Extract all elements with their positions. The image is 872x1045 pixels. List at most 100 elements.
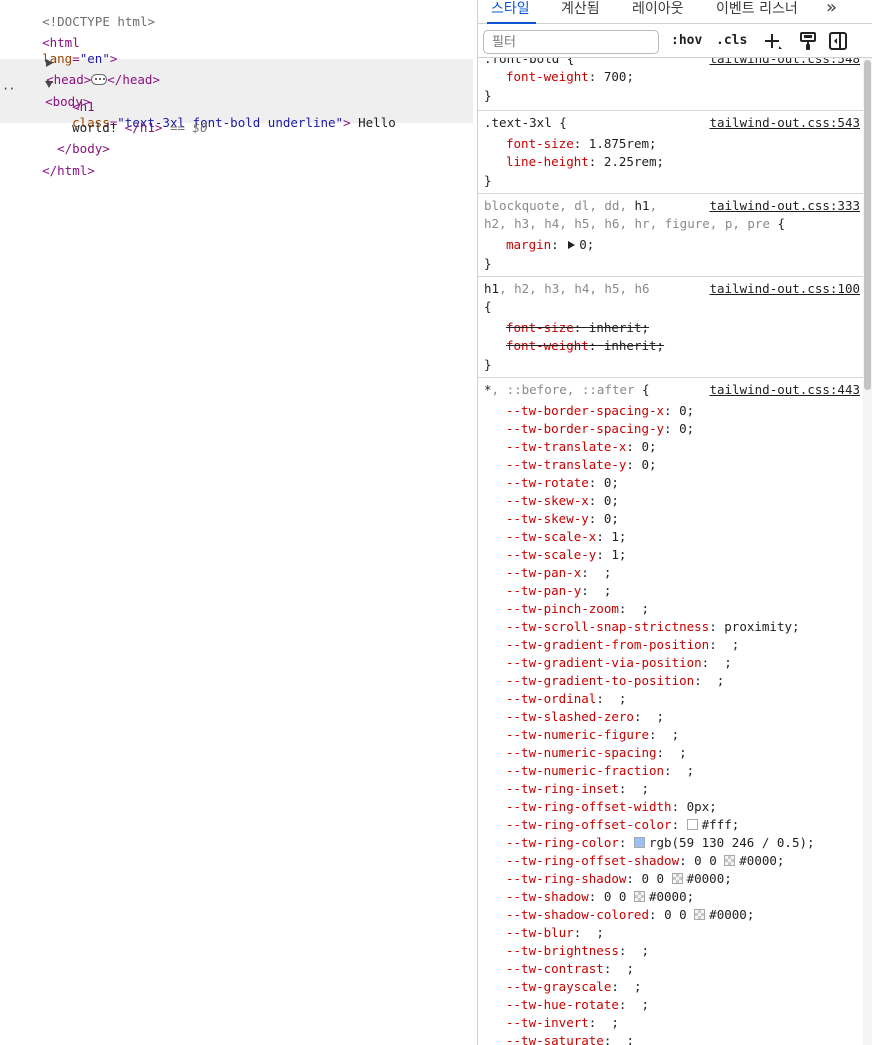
custom-property[interactable]: --tw-ring-offset-color: #fff;	[506, 816, 739, 834]
doctype-node[interactable]: <!DOCTYPE html>	[12, 0, 155, 29]
custom-property[interactable]: --tw-hue-rotate: ;	[506, 996, 649, 1014]
rule-selector[interactable]: .text-3xl {	[484, 114, 567, 132]
cls-button[interactable]: .cls	[716, 33, 747, 48]
color-format-icon[interactable]	[798, 31, 818, 51]
custom-property[interactable]: --tw-border-spacing-y: 0;	[506, 420, 694, 438]
html-close-tag: </html>	[42, 163, 95, 178]
custom-property[interactable]: --tw-numeric-spacing: ;	[506, 744, 687, 762]
rule-selector[interactable]: blockquote, dl, dd, h1,	[484, 197, 657, 215]
style-rule-universal: *, ::before, ::after { tailwind-out.css:…	[478, 378, 863, 1045]
h1-open-tag-close: >	[343, 115, 351, 130]
style-rules-list: .font-bold { tailwind-out.css:548 font-w…	[478, 58, 863, 1045]
custom-property[interactable]: --tw-skew-y: 0;	[506, 510, 619, 528]
h1-node[interactable]: <h1 class="text-3xl font-bold underline"…	[42, 83, 396, 130]
h1-node-cont[interactable]: world! </h1> == $0	[42, 104, 207, 135]
rule-selector[interactable]: *, ::before, ::after {	[484, 381, 650, 399]
custom-property[interactable]: --tw-gradient-to-position: ;	[506, 672, 724, 690]
expand-shorthand-icon[interactable]	[568, 241, 576, 249]
custom-property[interactable]: --tw-scale-x: 1;	[506, 528, 626, 546]
custom-property[interactable]: --tw-contrast: ;	[506, 960, 634, 978]
custom-property[interactable]: --tw-saturate: ;	[506, 1032, 634, 1045]
body-node[interactable]: <body>	[15, 62, 90, 109]
custom-property[interactable]: --tw-gradient-from-position: ;	[506, 636, 739, 654]
html-node[interactable]: <html lang="en">	[12, 19, 117, 66]
custom-property[interactable]: --tw-translate-y: 0;	[506, 456, 657, 474]
custom-property[interactable]: --tw-ring-offset-shadow: 0 0 #0000;	[506, 852, 784, 870]
selected-marker: == $0	[162, 120, 208, 135]
color-swatch[interactable]	[671, 873, 683, 884]
tab-layout[interactable]: 레이아웃	[632, 0, 684, 24]
style-rule-block-reset: blockquote, dl, dd, h1, tailwind-out.css…	[478, 194, 863, 277]
custom-property[interactable]: --tw-blur: ;	[506, 924, 604, 942]
rule-source-link[interactable]: tailwind-out.css:100	[709, 280, 860, 298]
hov-button[interactable]: :hov	[671, 33, 702, 48]
node-actions-dots[interactable]: ··	[2, 82, 15, 96]
custom-property[interactable]: --tw-ring-offset-width: 0px;	[506, 798, 717, 816]
custom-property[interactable]: --tw-skew-x: 0;	[506, 492, 619, 510]
rule-source-link[interactable]: tailwind-out.css:543	[709, 114, 860, 132]
custom-property[interactable]: --tw-scroll-snap-strictness: proximity;	[506, 618, 800, 636]
custom-property[interactable]: --tw-scale-y: 1;	[506, 546, 626, 564]
filter-input[interactable]	[483, 30, 659, 54]
styles-panel: 스타일 계산됨 레이아웃 이벤트 리스너 » :hov .cls .font-b…	[477, 0, 872, 1045]
style-rule-heading-reset: h1, h2, h3, h4, h5, h6 tailwind-out.css:…	[478, 277, 863, 378]
style-property[interactable]: font-size: 1.875rem;	[506, 135, 657, 153]
color-swatch[interactable]	[724, 855, 736, 866]
custom-property[interactable]: --tw-numeric-fraction: ;	[506, 762, 694, 780]
custom-property[interactable]: --tw-ring-shadow: 0 0 #0000;	[506, 870, 732, 888]
custom-property[interactable]: --tw-pan-x: ;	[506, 564, 611, 582]
overridden-property[interactable]: font-weight: inherit;	[506, 337, 664, 355]
html-close-node[interactable]: </html>	[12, 147, 95, 178]
rule-source-link[interactable]: tailwind-out.css:333	[709, 197, 860, 215]
styles-scrollbar[interactable]	[863, 58, 872, 1045]
custom-property[interactable]: --tw-pinch-zoom: ;	[506, 600, 649, 618]
custom-property[interactable]: --tw-shadow: 0 0 #0000;	[506, 888, 694, 906]
custom-property[interactable]: --tw-gradient-via-position: ;	[506, 654, 732, 672]
more-tabs-icon[interactable]: »	[826, 0, 837, 24]
custom-property[interactable]: --tw-invert: ;	[506, 1014, 619, 1032]
rule-close-brace: }	[484, 256, 492, 271]
custom-property[interactable]: --tw-brightness: ;	[506, 942, 649, 960]
custom-property[interactable]: --tw-shadow-colored: 0 0 #0000;	[506, 906, 754, 924]
style-property[interactable]: font-weight: 700;	[506, 68, 634, 86]
color-swatch[interactable]	[633, 837, 645, 848]
h1-close-tag: </h1>	[124, 120, 163, 135]
rule-source-link[interactable]: tailwind-out.css:548	[709, 58, 860, 68]
custom-property[interactable]: --tw-translate-x: 0;	[506, 438, 657, 456]
body-close-node[interactable]: </body>	[27, 125, 110, 156]
custom-property[interactable]: --tw-numeric-figure: ;	[506, 726, 679, 744]
tab-event-listeners[interactable]: 이벤트 리스너	[716, 0, 798, 24]
rule-close-brace: }	[484, 88, 492, 103]
color-swatch[interactable]	[686, 819, 698, 830]
rule-open-brace: {	[484, 299, 492, 314]
rule-source-link[interactable]: tailwind-out.css:443	[709, 381, 860, 399]
style-property[interactable]: line-height: 2.25rem;	[506, 153, 664, 171]
custom-property[interactable]: --tw-border-spacing-x: 0;	[506, 402, 694, 420]
tab-styles[interactable]: 스타일	[487, 0, 536, 24]
color-swatch[interactable]	[694, 909, 706, 920]
rule-selector-cont[interactable]: h2, h3, h4, h5, h6, hr, figure, p, pre {	[484, 215, 785, 233]
style-property[interactable]: margin: 0;	[506, 236, 594, 254]
custom-property[interactable]: --tw-slashed-zero: ;	[506, 708, 664, 726]
custom-property[interactable]: --tw-rotate: 0;	[506, 474, 619, 492]
toggle-sidebar-icon[interactable]	[828, 31, 848, 51]
head-node[interactable]: <head> </head>	[16, 40, 160, 87]
overridden-property[interactable]: font-size: inherit;	[506, 319, 649, 337]
custom-property[interactable]: --tw-ring-color: rgb(59 130 246 / 0.5);	[506, 834, 815, 852]
custom-property[interactable]: --tw-ring-inset: ;	[506, 780, 649, 798]
h1-text-part1: Hello	[350, 115, 396, 130]
custom-property[interactable]: --tw-pan-y: ;	[506, 582, 611, 600]
style-rule-text-3xl: .text-3xl { tailwind-out.css:543 font-si…	[478, 111, 863, 194]
custom-property[interactable]: --tw-ordinal: ;	[506, 690, 626, 708]
scrollbar-thumb[interactable]	[864, 60, 871, 390]
sidebar-tabbar: 스타일 계산됨 레이아웃 이벤트 리스너 »	[478, 0, 872, 24]
rule-selector[interactable]: h1, h2, h3, h4, h5, h6	[484, 280, 650, 298]
rule-close-brace: }	[484, 357, 492, 372]
custom-property[interactable]: --tw-grayscale: ;	[506, 978, 641, 996]
rule-close-brace: }	[484, 173, 492, 188]
add-rule-icon[interactable]	[763, 31, 783, 51]
styles-toolbar: :hov .cls	[478, 24, 872, 58]
tab-computed[interactable]: 계산됨	[561, 0, 600, 24]
color-swatch[interactable]	[633, 891, 645, 902]
rule-selector[interactable]: .font-bold {	[484, 58, 574, 68]
